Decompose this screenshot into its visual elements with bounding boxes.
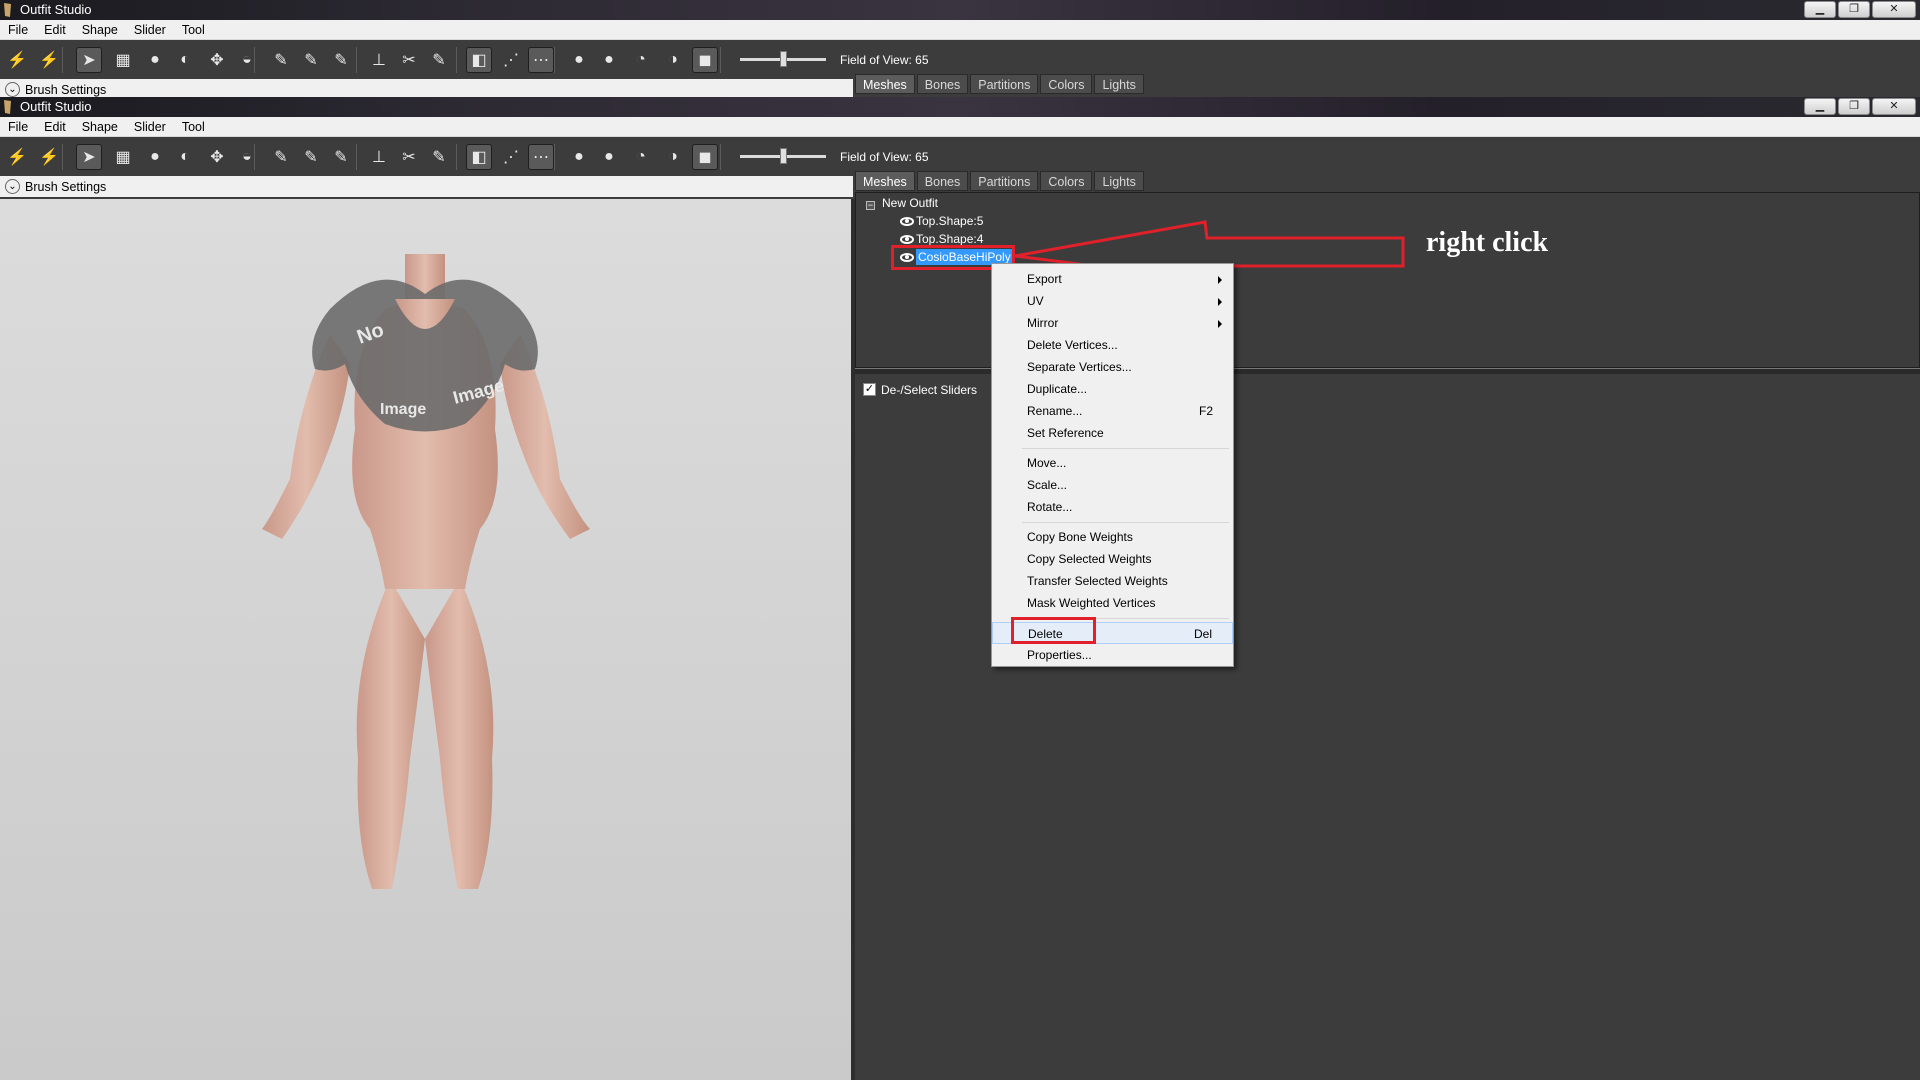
menu-item-rotate[interactable]: Rotate... (992, 496, 1233, 518)
menu-item-copy-selected-weights[interactable]: Copy Selected Weights (992, 548, 1233, 570)
menu-item-move[interactable]: Move... (992, 452, 1233, 474)
menu-item-mirror[interactable]: Mirror (992, 312, 1233, 334)
context-menu: Export UV Mirror Delete Vertices... Sepa… (991, 263, 1234, 667)
annotation-right-click: right click (1426, 227, 1549, 258)
menu-item-uv[interactable]: UV (992, 290, 1233, 312)
menu-item-rename[interactable]: Rename... F2 (992, 400, 1233, 422)
menu-item-scale[interactable]: Scale... (992, 474, 1233, 496)
annotation-arrow (1014, 220, 1405, 282)
menu-item-transfer-selected-weights[interactable]: Transfer Selected Weights (992, 570, 1233, 592)
menu-item-copy-bone-weights[interactable]: Copy Bone Weights (992, 526, 1233, 548)
submenu-arrow-icon (1218, 298, 1222, 306)
submenu-arrow-icon (1218, 276, 1222, 284)
menu-item-export[interactable]: Export (992, 268, 1233, 290)
menu-item-mask-weighted-vertices[interactable]: Mask Weighted Vertices (992, 592, 1233, 614)
menu-item-set-reference[interactable]: Set Reference (992, 422, 1233, 444)
menu-separator (1022, 448, 1229, 449)
menu-item-delete-vertices[interactable]: Delete Vertices... (992, 334, 1233, 356)
menu-item-separate-vertices[interactable]: Separate Vertices... (992, 356, 1233, 378)
submenu-arrow-icon (1218, 320, 1222, 328)
menu-item-properties[interactable]: Properties... (992, 644, 1233, 666)
menu-item-duplicate[interactable]: Duplicate... (992, 378, 1233, 400)
annotation-highlight-delete (1011, 617, 1096, 644)
menu-separator (1022, 522, 1229, 523)
